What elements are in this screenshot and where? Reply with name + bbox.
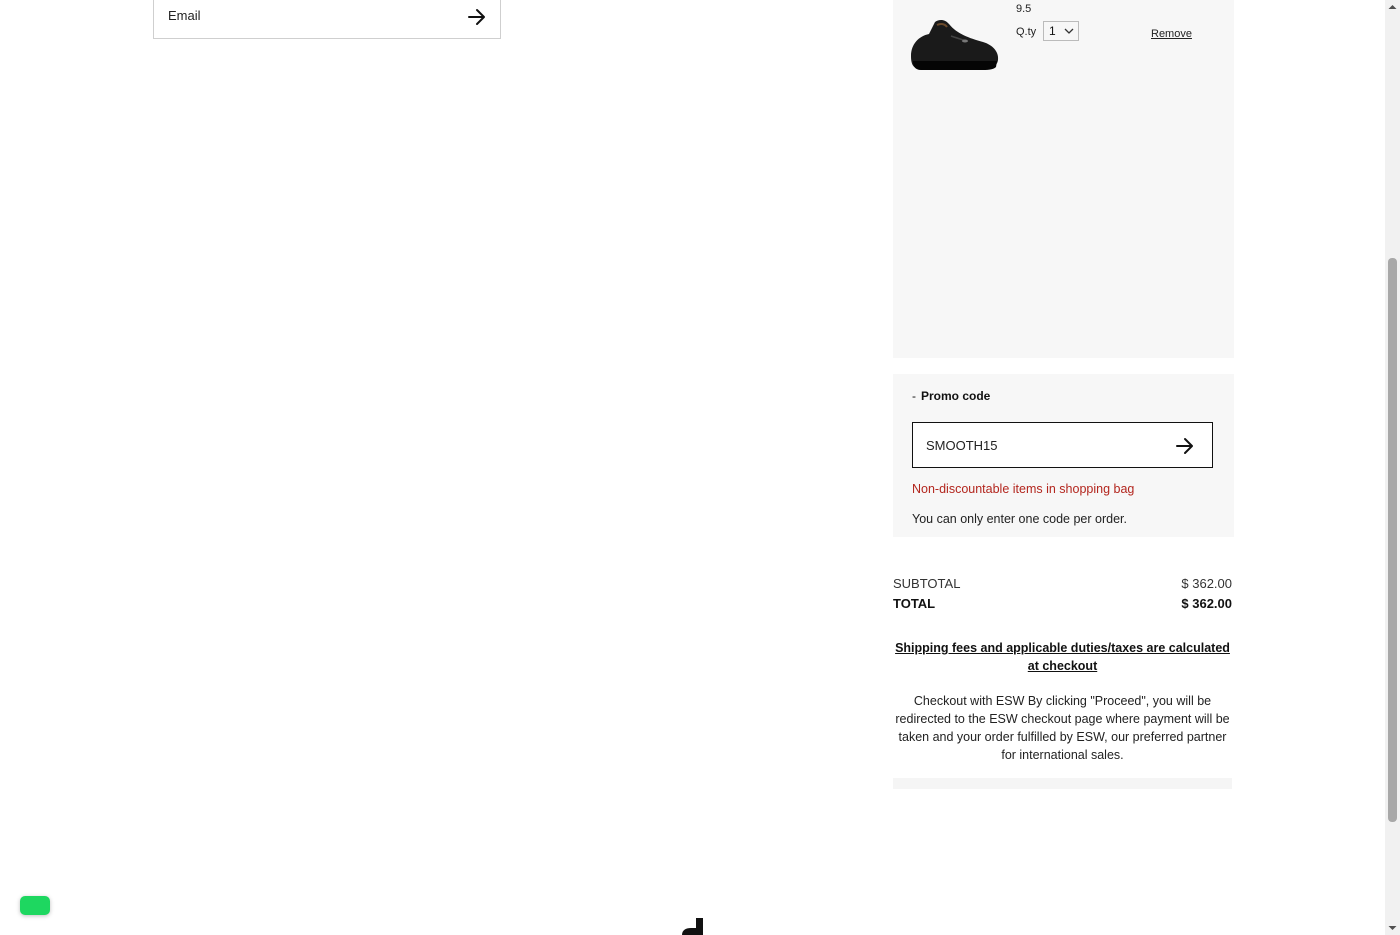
email-field-label: Email: [168, 8, 201, 23]
item-size: 9.5: [1016, 3, 1032, 15]
brand-logo-icon: [682, 918, 703, 935]
chevron-down-icon: [1064, 28, 1074, 34]
scroll-down-arrow-icon[interactable]: [1385, 921, 1400, 935]
promo-error-message: Non-discountable items in shopping bag: [912, 482, 1135, 496]
promo-code-input[interactable]: SMOOTH15: [912, 422, 1213, 468]
total-value: $ 362.00: [1181, 596, 1232, 611]
chat-icon[interactable]: [20, 896, 50, 915]
promo-info-note: You can only enter one code per order.: [912, 512, 1127, 526]
subtotal-row: SUBTOTAL $ 362.00: [893, 576, 1232, 591]
total-label: TOTAL: [893, 596, 936, 611]
product-image[interactable]: [905, 14, 1001, 76]
remove-item-link[interactable]: Remove: [1151, 28, 1192, 40]
checkout-button[interactable]: [893, 778, 1232, 789]
quantity-select[interactable]: 1: [1043, 21, 1079, 41]
subtotal-value: $ 362.00: [1181, 576, 1232, 591]
collapse-indicator: -: [912, 389, 916, 403]
scrollbar-thumb[interactable]: [1388, 258, 1397, 822]
page-scrollbar[interactable]: [1385, 0, 1400, 935]
quantity-label: Q.ty: [1016, 26, 1037, 38]
promo-code-toggle[interactable]: - Promo code: [912, 389, 990, 403]
scroll-up-arrow-icon[interactable]: [1385, 0, 1400, 14]
promo-code-panel: - Promo code SMOOTH15 Non-discountable it…: [893, 374, 1234, 537]
promo-code-value: SMOOTH15: [926, 438, 998, 453]
shipping-fees-link[interactable]: Shipping fees and applicable duties/taxe…: [893, 639, 1232, 675]
subtotal-label: SUBTOTAL: [893, 576, 961, 591]
arrow-right-icon[interactable]: [1174, 435, 1196, 457]
checkout-esw-note: Checkout with ESW By clicking "Proceed",…: [895, 694, 1230, 762]
promo-code-title: Promo code: [921, 389, 991, 403]
newsletter-email-field[interactable]: Email: [153, 0, 501, 39]
total-row: TOTAL $ 362.00: [893, 596, 1232, 611]
cart-item-panel: 9.5 Q.ty 1 Remove: [893, 0, 1234, 358]
arrow-right-icon[interactable]: [466, 6, 488, 28]
quantity-value: 1: [1049, 24, 1056, 38]
